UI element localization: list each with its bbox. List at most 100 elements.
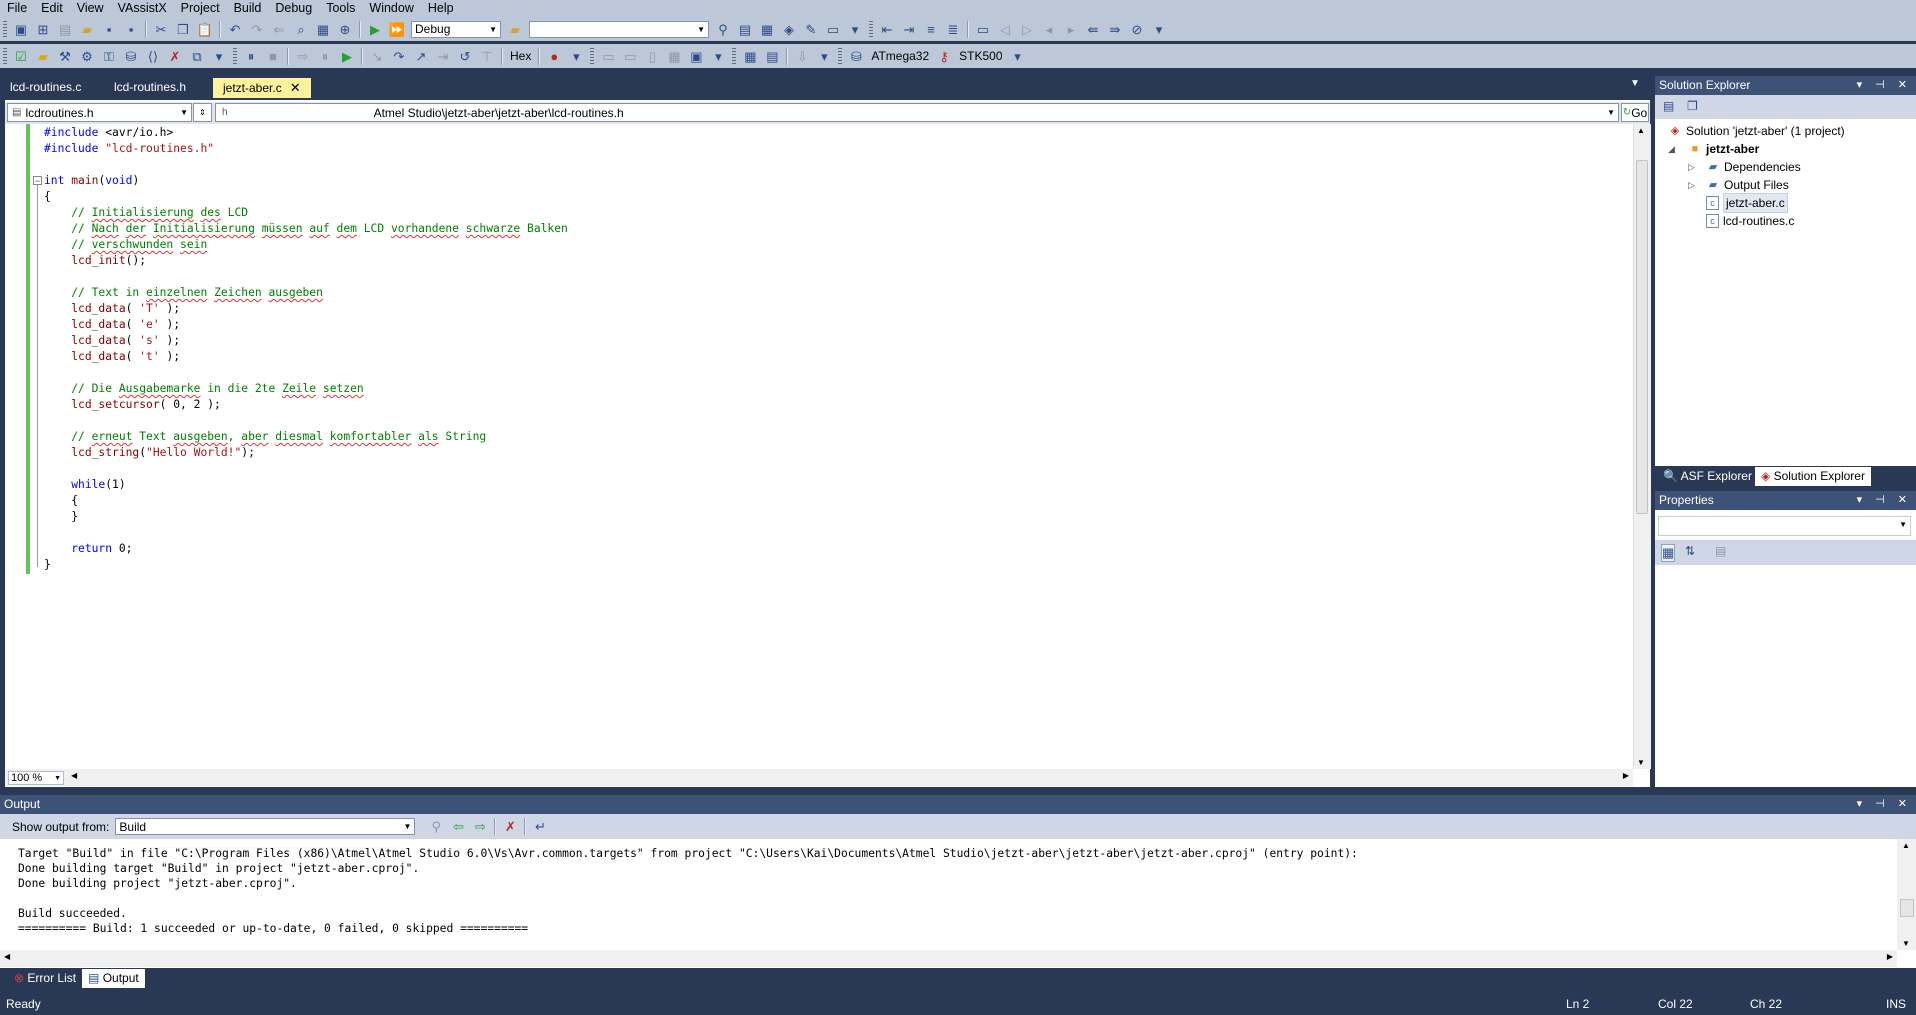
- pause-icon[interactable]: ⏸: [315, 46, 335, 66]
- code-line-13[interactable]: lcd_data( 'e' );: [44, 317, 180, 333]
- chip-icon[interactable]: ⛁: [121, 46, 141, 66]
- collapse-toggle-icon[interactable]: −: [33, 176, 42, 186]
- navigate-back-icon[interactable]: ⇐: [269, 19, 289, 39]
- output-vertical-scrollbar[interactable]: ▲ ▼: [1897, 839, 1916, 950]
- code-line-9[interactable]: lcd_init();: [44, 253, 146, 269]
- code-line-17[interactable]: // Die Ausgabemarke in die 2te Zeile set…: [44, 381, 364, 397]
- locals-icon[interactable]: ▭: [620, 46, 640, 66]
- toolbar-options-icon[interactable]: ▾: [209, 46, 229, 66]
- tree-solution[interactable]: ◈ Solution 'jetzt-aber' (1 project): [1668, 122, 1845, 140]
- toolbar-options-icon[interactable]: ▾: [566, 46, 586, 66]
- io-view-icon[interactable]: ▣: [686, 46, 706, 66]
- run-to-cursor-icon[interactable]: ⇥: [433, 46, 453, 66]
- menu-help[interactable]: Help: [421, 0, 461, 17]
- output-horizontal-scrollbar[interactable]: ◀ ▶: [0, 950, 1897, 967]
- menu-debug[interactable]: Debug: [268, 0, 319, 17]
- clear-bookmarks-icon[interactable]: ⊘: [1127, 19, 1147, 39]
- property-pages-icon[interactable]: ▤: [1715, 544, 1726, 558]
- word-wrap-icon[interactable]: ↵: [530, 817, 550, 837]
- next-bookmark-doc-icon[interactable]: ⇛: [1105, 19, 1125, 39]
- tree-dependencies[interactable]: ▰ Dependencies: [1706, 158, 1801, 176]
- tab-asf-explorer[interactable]: 🔍 ASF Explorer: [1657, 467, 1758, 486]
- zoom-icon[interactable]: ⊕: [335, 19, 355, 39]
- toolbar-options-icon[interactable]: ▾: [1008, 46, 1028, 66]
- tools-icon[interactable]: ⚒: [55, 46, 75, 66]
- memory-icon[interactable]: ▯: [642, 46, 662, 66]
- categorized-icon[interactable]: ▦: [1661, 544, 1676, 562]
- menu-vassistx[interactable]: VAssistX: [111, 0, 174, 17]
- step-over-icon[interactable]: ↷: [389, 46, 409, 66]
- cut-icon[interactable]: ✂: [151, 19, 171, 39]
- find-message-icon[interactable]: ⚲: [426, 817, 446, 837]
- step-into-icon[interactable]: ↘: [367, 46, 387, 66]
- device-selector[interactable]: ATmega32: [867, 49, 933, 63]
- registers-icon[interactable]: ▦: [664, 46, 684, 66]
- device-tools-icon[interactable]: ⇩: [792, 46, 812, 66]
- device-programming-icon[interactable]: ⚿: [99, 46, 119, 66]
- code-line-28[interactable]: }: [44, 557, 51, 573]
- breakpoint-icon[interactable]: ●: [544, 46, 564, 66]
- menu-view[interactable]: View: [70, 0, 111, 17]
- scroll-right-icon[interactable]: ▶: [1623, 771, 1629, 780]
- code-snippet-icon[interactable]: ⟨⟩: [143, 46, 163, 66]
- disassembly-view-icon[interactable]: ▤: [762, 46, 782, 66]
- menu-tools[interactable]: Tools: [319, 0, 362, 17]
- code-line-6[interactable]: // Initialisierung des LCD: [44, 205, 248, 221]
- prev-bookmark-doc-icon[interactable]: ⇚: [1083, 19, 1103, 39]
- open-file-icon[interactable]: ▰: [33, 46, 53, 66]
- find-icon[interactable]: ⌕: [291, 19, 311, 39]
- open-folder-icon[interactable]: ▰: [77, 19, 97, 39]
- code-line-27[interactable]: return 0;: [44, 541, 132, 557]
- menu-file[interactable]: File: [0, 0, 34, 17]
- save-all-icon[interactable]: ▪: [121, 19, 141, 39]
- save-icon[interactable]: ▪: [99, 19, 119, 39]
- uncomment-icon[interactable]: ≣: [943, 19, 963, 39]
- tree-output-files[interactable]: ▰ Output Files: [1706, 176, 1789, 194]
- tab-output[interactable]: ▤ Output: [82, 969, 145, 988]
- hex-toggle[interactable]: Hex: [506, 49, 535, 63]
- code-line-2[interactable]: #include "lcd-routines.h": [44, 141, 214, 157]
- tool-icon[interactable]: ⚷: [934, 46, 954, 66]
- tab-solution-explorer[interactable]: ◈ Solution Explorer: [1755, 467, 1871, 486]
- watch-icon[interactable]: ▭: [598, 46, 618, 66]
- processor-view-icon[interactable]: ▦: [740, 46, 760, 66]
- selection-margin[interactable]: [7, 124, 25, 769]
- device-icon[interactable]: ⛁: [846, 46, 866, 66]
- start-debugging-icon[interactable]: ▶: [365, 19, 385, 39]
- tree-file-lcd-routines-c[interactable]: c lcd-routines.c: [1706, 212, 1794, 230]
- code-line-1[interactable]: #include <avr/io.h>: [44, 125, 173, 141]
- tree-expand-icon[interactable]: ▷: [1688, 162, 1695, 173]
- bookmark-icon[interactable]: ▭: [973, 19, 993, 39]
- tab-error-list[interactable]: ⊗ Error List: [8, 969, 82, 988]
- code-line-20[interactable]: // erneut Text ausgeben, aber diesmal ko…: [44, 429, 486, 445]
- stop-debugging-icon[interactable]: ■: [263, 46, 283, 66]
- tree-file-jetzt-aber-c[interactable]: c jetzt-aber.c: [1706, 193, 1788, 213]
- continue-icon[interactable]: ▶: [337, 46, 357, 66]
- next-bookmark-folder-icon[interactable]: ▸: [1061, 19, 1081, 39]
- reset-icon[interactable]: ↺: [455, 46, 475, 66]
- clear-all-icon[interactable]: ✗: [500, 817, 520, 837]
- scroll-left-icon[interactable]: ◀: [71, 771, 77, 780]
- paste-icon[interactable]: 📋: [195, 19, 215, 39]
- toolbar-grip[interactable]: [869, 21, 873, 37]
- start-page-icon[interactable]: ▭: [823, 19, 843, 39]
- break-all-icon[interactable]: ⏸: [241, 46, 261, 66]
- go-button[interactable]: ↻ Go: [1621, 103, 1649, 122]
- show-all-files-icon[interactable]: ❐: [1687, 99, 1698, 113]
- code-line-24[interactable]: {: [44, 493, 78, 509]
- editor-horizontal-scrollbar[interactable]: ◀ ▶: [5, 769, 1633, 786]
- disassembly-icon[interactable]: ⊤: [477, 46, 497, 66]
- code-line-25[interactable]: }: [44, 509, 78, 525]
- code-line-21[interactable]: lcd_string("Hello World!");: [44, 445, 255, 461]
- decrease-indent-icon[interactable]: ⇤: [877, 19, 897, 39]
- solution-explorer-icon[interactable]: ▤: [735, 19, 755, 39]
- spelling-icon[interactable]: ✗: [165, 46, 185, 66]
- toolbar-grip[interactable]: [3, 21, 7, 37]
- step-out-icon[interactable]: ↗: [411, 46, 431, 66]
- properties-icon[interactable]: ▤: [1663, 99, 1674, 113]
- toolbar-grip[interactable]: [233, 48, 237, 64]
- scroll-up-icon[interactable]: ▲: [1902, 841, 1910, 850]
- reformat-icon[interactable]: ⧉: [187, 46, 207, 66]
- tab-lcd-routines-h[interactable]: lcd-routines.h: [104, 76, 196, 98]
- toolbar-options-icon[interactable]: ▾: [845, 19, 865, 39]
